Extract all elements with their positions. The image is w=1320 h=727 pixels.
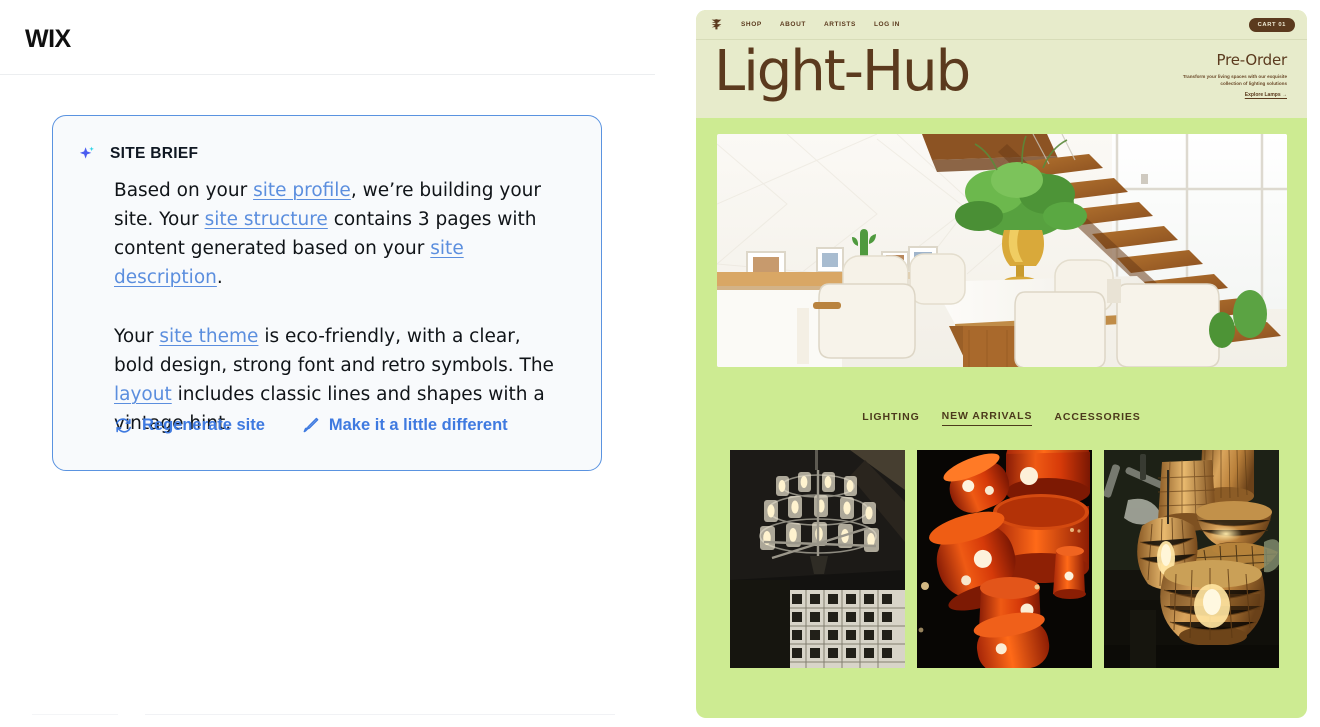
link-site-theme[interactable]: site theme xyxy=(159,326,258,347)
nav-item-artists[interactable]: ARTISTS xyxy=(824,21,856,28)
hero-photo xyxy=(717,134,1287,367)
product-card-rattan-lamps[interactable] xyxy=(1104,450,1279,668)
red-pendant-lamps-photo xyxy=(917,450,1092,668)
rattan-pendant-lamps-photo xyxy=(1104,450,1279,668)
site-brief-title: SITE BRIEF xyxy=(110,145,199,162)
make-it-different-button[interactable]: Make it a little different xyxy=(301,416,508,435)
brief-paragraph-1: Based on your site profile, we’re buildi… xyxy=(114,176,564,292)
site-brief-actions: Regenerate site Make it a little differe… xyxy=(114,416,508,435)
ghost-divider-left xyxy=(32,714,118,715)
preview-hero-title: Light-Hub xyxy=(714,39,971,104)
preview-hero-kicker: Pre-Order xyxy=(1216,51,1287,69)
site-brief-body: Based on your site profile, we’re buildi… xyxy=(114,176,564,438)
make-it-different-label: Make it a little different xyxy=(328,416,508,434)
site-preview[interactable]: SHOP ABOUT ARTISTS LOG IN CART 01 Light-… xyxy=(696,10,1307,718)
regenerate-site-label: Regenerate site xyxy=(142,416,265,434)
link-site-profile[interactable]: site profile xyxy=(253,180,351,201)
brief-p1-text-1: Based on your xyxy=(114,180,254,201)
app-screen: WIX SITE BRIEF Based on your site profil… xyxy=(0,0,1320,727)
cart-button[interactable]: CART 01 xyxy=(1248,18,1295,32)
product-grid xyxy=(730,450,1279,668)
left-panel: WIX SITE BRIEF Based on your site profil… xyxy=(0,0,660,727)
nav-item-shop[interactable]: SHOP xyxy=(741,21,762,28)
sparkle-icon xyxy=(77,144,97,164)
link-layout[interactable]: layout xyxy=(114,384,172,405)
link-site-structure[interactable]: site structure xyxy=(205,209,328,230)
category-tab-lighting[interactable]: LIGHTING xyxy=(862,411,919,426)
product-card-chandelier[interactable] xyxy=(730,450,905,668)
category-tabs: LIGHTING NEW ARRIVALS ACCESSORIES xyxy=(696,410,1307,426)
preview-site-header: SHOP ABOUT ARTISTS LOG IN CART 01 xyxy=(696,10,1307,40)
nav-item-about[interactable]: ABOUT xyxy=(780,21,806,28)
dark-chandelier-photo xyxy=(730,450,905,668)
preview-hero-side: Pre-Order Transform your living spaces w… xyxy=(1169,51,1287,98)
brand-mark-icon[interactable] xyxy=(710,18,741,31)
brief-p2-text-1: Your xyxy=(114,326,160,347)
site-brief-card: SITE BRIEF Based on your site profile, w… xyxy=(52,115,602,471)
product-card-red-lamps[interactable] xyxy=(917,450,1092,668)
refresh-icon xyxy=(114,416,133,435)
paintbrush-icon xyxy=(301,416,320,435)
explore-lamps-link[interactable]: Explore Lamps → xyxy=(1169,92,1287,98)
ghost-divider-bottom xyxy=(145,714,615,715)
category-tab-new-arrivals[interactable]: NEW ARRIVALS xyxy=(941,410,1033,426)
nav-item-log-in[interactable]: LOG IN xyxy=(874,21,900,28)
brief-p1-text-4: . xyxy=(216,267,223,288)
regenerate-site-button[interactable]: Regenerate site xyxy=(114,416,265,435)
preview-hero-description: Transform your living spaces with our ex… xyxy=(1182,74,1287,86)
wix-logo[interactable]: WIX xyxy=(25,25,71,54)
top-bar: WIX xyxy=(0,0,655,75)
site-brief-header: SITE BRIEF xyxy=(77,144,198,164)
category-tab-accessories[interactable]: ACCESSORIES xyxy=(1054,411,1140,426)
preview-nav: SHOP ABOUT ARTISTS LOG IN xyxy=(710,18,918,31)
